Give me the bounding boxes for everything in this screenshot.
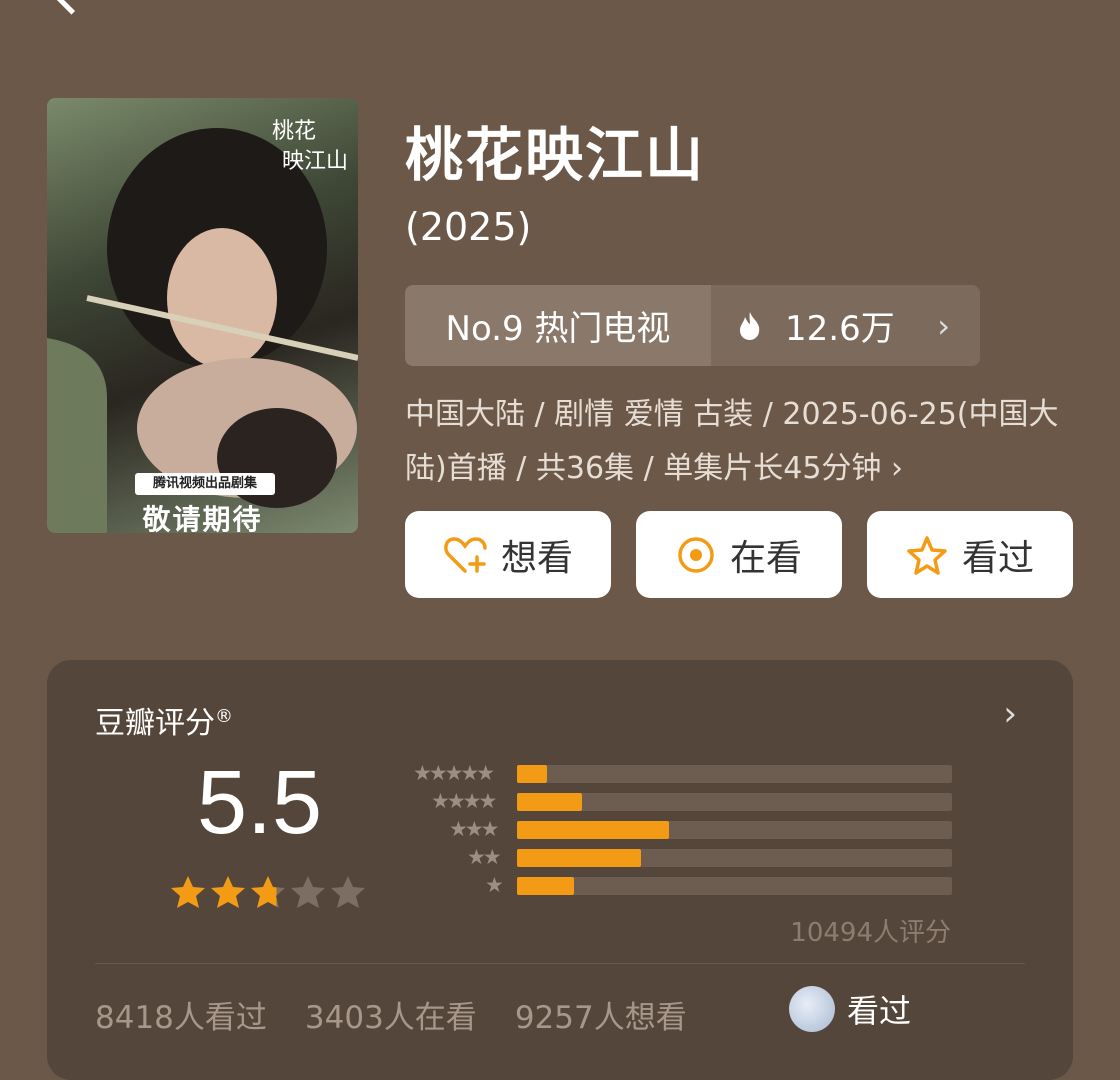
distribution-track: [517, 793, 952, 811]
want-label: 想看: [500, 537, 573, 579]
heat-value: 12.6万: [785, 309, 895, 349]
distribution-stars: ★★★★★: [413, 761, 495, 785]
release-year: (2025): [405, 205, 532, 249]
watching-button[interactable]: 在看: [636, 511, 842, 598]
distribution-row: ★★: [387, 845, 957, 869]
poster-badge: 腾讯视频出品剧集: [135, 473, 275, 495]
distribution-bar: [517, 821, 670, 839]
distribution-stars: ★★★: [449, 817, 500, 841]
rating-stars: [169, 874, 367, 910]
poster-image: 桃花 映江山 腾讯视频出品剧集 敬请期待: [47, 98, 358, 533]
rating-panel: 豆瓣评分® › 5.5 ★★★★★ ★★★★ ★★★ ★★ ★ 10494人评分 841…: [47, 660, 1073, 1080]
poster-tagline: 敬请期待: [142, 503, 263, 533]
rank-pill[interactable]: No.9 热门电视 12.6万 ›: [405, 285, 980, 366]
want-count: 9257人想看: [514, 1000, 687, 1036]
distribution-bar: [517, 793, 583, 811]
page-title: 桃花映江山: [405, 121, 706, 189]
distribution-bar: [517, 765, 548, 783]
distribution-track: [517, 849, 952, 867]
heat-section: 12.6万 ›: [711, 285, 980, 366]
distribution-track: [517, 821, 952, 839]
svg-text:映江山: 映江山: [282, 149, 348, 174]
star-icon: [291, 876, 325, 908]
distribution-track: [517, 877, 952, 895]
distribution-row: ★★★: [387, 817, 957, 841]
divider: [95, 963, 1025, 964]
flame-icon: [740, 311, 760, 340]
watched-label: 看过: [961, 537, 1034, 579]
want-button[interactable]: 想看: [405, 511, 611, 598]
watched-button[interactable]: 看过: [867, 511, 1073, 598]
seen-by-friends[interactable]: 看过: [789, 986, 911, 1032]
distribution-stars: ★★: [467, 845, 502, 869]
distribution-bar: [517, 849, 641, 867]
distribution-bar: [517, 877, 574, 895]
poster-logo: 桃花: [272, 119, 316, 144]
back-icon[interactable]: [52, 0, 91, 15]
chevron-right-icon[interactable]: ›: [1003, 694, 1017, 734]
distribution-stars: ★★★★: [431, 789, 497, 813]
watching-count: 3403人在看: [304, 1000, 477, 1036]
star-outline-icon: [907, 535, 947, 575]
distribution-row: ★★★★: [387, 789, 957, 813]
target-icon: [678, 536, 714, 573]
watching-label: 在看: [729, 537, 802, 579]
star-icon: [171, 876, 205, 908]
star-icon: [211, 876, 245, 908]
seen-label: 看过: [847, 992, 912, 1030]
distribution-stars: ★: [485, 873, 504, 897]
watched-count: 8418人看过: [95, 1000, 267, 1036]
rating-score: 5.5: [197, 753, 323, 853]
star-icon: [331, 876, 365, 908]
meta-info[interactable]: 中国大陆 / 剧情 爱情 古装 / 2025-06-25(中国大陆)首播 / 共…: [405, 388, 1085, 496]
distribution-row: ★★★★★: [387, 761, 957, 785]
chevron-right-icon: ›: [937, 306, 950, 345]
rating-count: 10494人评分: [790, 918, 951, 948]
distribution-track: [517, 765, 952, 783]
rank-label: No.9 热门电视: [405, 285, 711, 366]
avatar: [789, 986, 835, 1032]
heart-plus-icon: [444, 536, 487, 573]
distribution-row: ★: [387, 873, 957, 897]
rating-title[interactable]: 豆瓣评分®: [95, 698, 233, 742]
star-icon: [251, 876, 285, 908]
